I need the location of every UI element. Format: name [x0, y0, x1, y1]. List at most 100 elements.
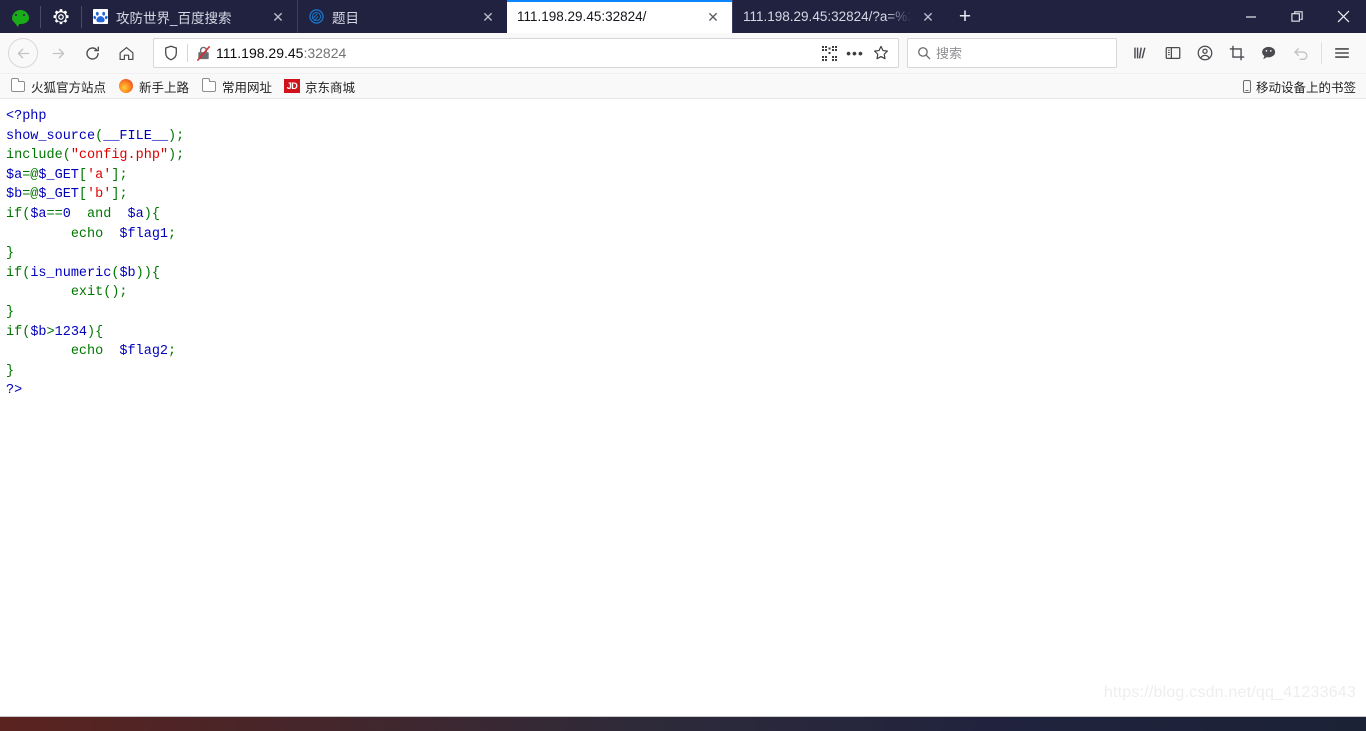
code-token: { [151, 265, 160, 281]
tab-close-button[interactable]: ✕ [917, 6, 939, 28]
code-token: 0 [62, 206, 71, 222]
jd-icon-text: JD [284, 79, 301, 93]
toolbar-divider-3 [1321, 42, 1322, 64]
navigation-toolbar: 111.198.29.45:32824 ••• [0, 33, 1366, 74]
url-port: :32824 [303, 45, 347, 61]
menu-icon[interactable] [1326, 36, 1358, 70]
code-token: echo [70, 344, 104, 360]
minimize-button[interactable] [1228, 0, 1274, 33]
reload-button[interactable] [75, 36, 109, 70]
bookmark-getting-started[interactable]: 新手上路 [114, 75, 195, 98]
tab-32824-query[interactable]: 111.198.29.45:32824/?a=%220% ✕ [732, 0, 947, 33]
code-token: $a [127, 206, 144, 222]
bookmark-label: 移动设备上的书签 [1255, 80, 1356, 95]
code-token: 'b' [87, 187, 112, 203]
account-icon[interactable] [1189, 36, 1221, 70]
tab-timu[interactable]: 题目 ✕ [297, 0, 507, 33]
code-token: $_GET [38, 187, 79, 203]
tab-close-button[interactable]: ✕ [267, 6, 289, 28]
search-input[interactable] [934, 44, 1110, 62]
screenshot-icon[interactable] [1221, 36, 1253, 70]
code-token: $flag1 [119, 226, 169, 242]
window-controls [1228, 0, 1366, 33]
bookmark-common-sites[interactable]: 常用网址 [197, 75, 278, 98]
qr-code-icon[interactable] [816, 40, 842, 66]
code-token: ) [87, 324, 96, 340]
tab-title: 111.198.29.45:32824/ [517, 9, 647, 24]
url-text[interactable]: 111.198.29.45:32824 [213, 45, 816, 61]
baidu-paw-icon [92, 9, 108, 25]
code-token: [ [78, 167, 88, 183]
code-token: ; [168, 344, 177, 360]
search-bar[interactable] [907, 38, 1117, 68]
code-token: } [6, 304, 15, 320]
wechat-bubble-icon[interactable] [1253, 36, 1285, 70]
code-token: include [6, 148, 63, 164]
toolbar-icons [1125, 36, 1358, 70]
close-button[interactable] [1320, 0, 1366, 33]
tab-title: 题目 [332, 10, 359, 26]
code-token: ; [176, 128, 185, 144]
url-bar[interactable]: 111.198.29.45:32824 ••• [153, 38, 899, 68]
bookmark-firefox-official[interactable]: 火狐官方站点 [6, 75, 112, 98]
taskbar-edge [0, 717, 1366, 731]
tab-baidu-search[interactable]: 攻防世界_百度搜索 ✕ [82, 0, 297, 33]
jd-icon: JD [284, 78, 301, 94]
code-token: ; [119, 285, 128, 301]
code-token: 'a' [87, 167, 112, 183]
bookmark-mobile-folder[interactable]: 移动设备上的书签 [1239, 75, 1360, 98]
code-token: $b [6, 187, 23, 203]
tab-strip: 攻防世界_百度搜索 ✕ 题目 ✕ 111.198.29.45:32824/ ✕ … [82, 0, 1228, 33]
bookmark-label: 新手上路 [139, 80, 190, 95]
code-token: and [87, 206, 112, 222]
new-tab-button[interactable]: + [947, 0, 983, 33]
code-token: ) [168, 148, 177, 164]
gear-icon[interactable] [41, 0, 81, 33]
bookmark-label: 常用网址 [222, 80, 273, 95]
undo-icon[interactable] [1285, 36, 1317, 70]
wechat-icon[interactable] [0, 0, 40, 33]
code-token: __FILE__ [103, 128, 169, 144]
tab-close-button[interactable]: ✕ [702, 6, 724, 28]
code-token: $b [30, 324, 47, 340]
home-button[interactable] [109, 36, 143, 70]
shield-icon[interactable] [160, 45, 182, 61]
search-icon [914, 46, 934, 60]
code-token: show_source [6, 128, 96, 144]
url-host: 111.198.29.45 [216, 45, 304, 61]
page-actions-icon[interactable]: ••• [842, 40, 868, 66]
code-token: ) [143, 265, 152, 281]
code-token: $a [6, 167, 23, 183]
broken-lock-icon[interactable] [193, 45, 213, 62]
code-token: "config.php" [70, 148, 169, 164]
code-token: { [95, 324, 104, 340]
firefox-icon [118, 78, 134, 94]
code-token: echo [70, 226, 104, 242]
code-token: [ [78, 187, 88, 203]
quick-launch-icons [0, 0, 82, 33]
code-token: =@ [22, 187, 39, 203]
page-content: <?php show_source(__FILE__); include("co… [0, 99, 1366, 716]
bookmark-jd-mall[interactable]: JD 京东商城 [280, 75, 361, 98]
back-button[interactable] [8, 38, 38, 68]
restore-button[interactable] [1274, 0, 1320, 33]
sidebar-icon[interactable] [1157, 36, 1189, 70]
tab-close-button[interactable]: ✕ [477, 6, 499, 28]
code-token: $flag2 [119, 344, 169, 360]
library-icon[interactable] [1125, 36, 1157, 70]
code-token: } [6, 363, 15, 379]
tab-active-32824[interactable]: 111.198.29.45:32824/ ✕ [507, 0, 732, 33]
code-token: == [46, 206, 63, 222]
forward-button[interactable] [41, 36, 75, 70]
code-token: $_GET [38, 167, 79, 183]
urlbar-divider [187, 44, 188, 62]
code-token: ) [135, 265, 144, 281]
code-token: $b [119, 265, 136, 281]
bookmark-star-icon[interactable] [868, 40, 894, 66]
code-token: 1234 [54, 324, 88, 340]
tab-title: 攻防世界_百度搜索 [116, 10, 232, 26]
